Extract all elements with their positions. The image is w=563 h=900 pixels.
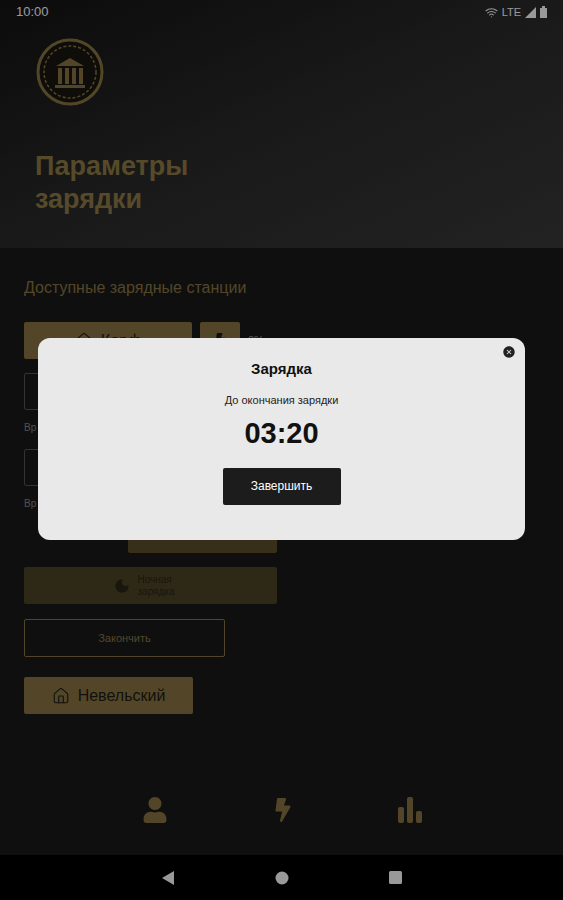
charging-dialog: Зарядка До окончания зарядки 03:20 Завершит… xyxy=(38,338,525,540)
timer: 03:20 xyxy=(244,412,318,456)
dialog-title: Зарядка xyxy=(251,358,312,381)
close-icon[interactable] xyxy=(502,345,516,359)
app-screen: 10:00LTEПараметры зарядкиДоступные заряд… xyxy=(0,0,563,900)
stop-button[interactable]: Завершить xyxy=(223,468,341,505)
dialog-subtitle: До окончания зарядки xyxy=(225,392,339,409)
